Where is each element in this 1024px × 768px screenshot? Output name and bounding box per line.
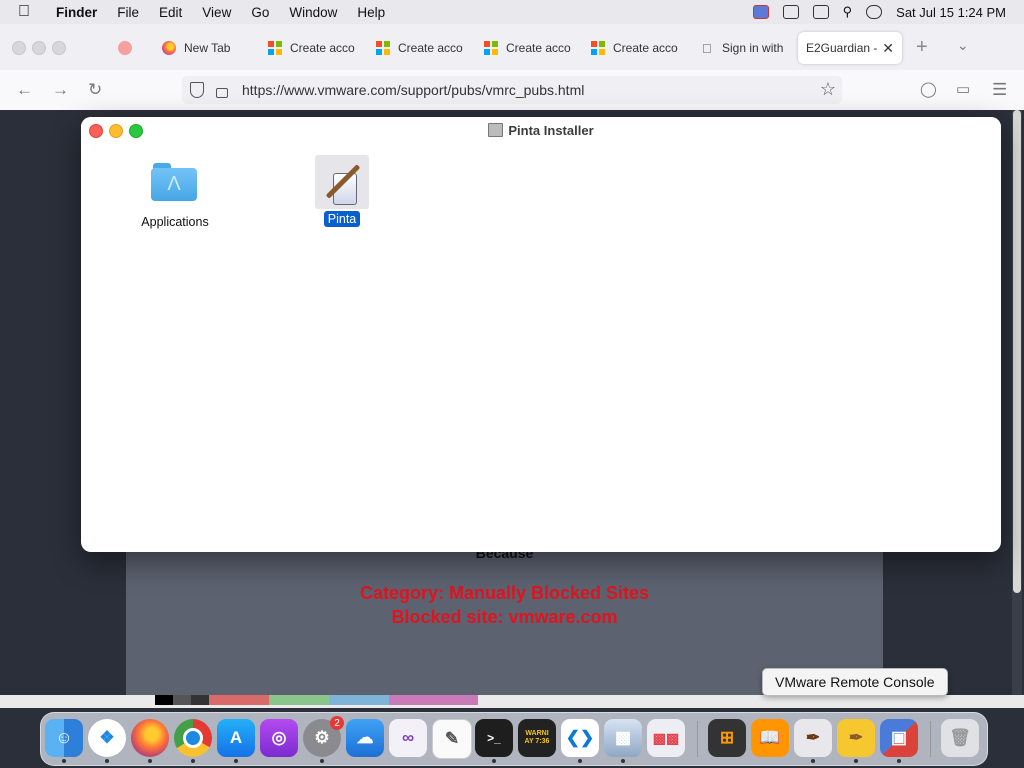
menu-go[interactable]: Go — [241, 5, 279, 20]
vscode-dock-icon[interactable]: ❮❯ — [561, 719, 599, 757]
scrollbar-thumb[interactable] — [1013, 110, 1021, 593]
tab-create-account-1[interactable]: Create acco — [268, 32, 356, 64]
tab-create-account-2[interactable]: Create acco — [376, 32, 464, 64]
tab-list-chevron-down-icon[interactable]: ⌄ — [957, 37, 969, 54]
apple-menu-icon[interactable]:  — [18, 3, 46, 21]
url-bar[interactable]: https://www.vmware.com/support/pubs/vmrc… — [182, 76, 842, 104]
chrome-dock-icon[interactable] — [174, 719, 212, 757]
screen-share-icon[interactable] — [782, 5, 799, 19]
pinta-installer-dock-icon[interactable]: ✒ — [837, 719, 875, 757]
finder-dock-icon[interactable]: ☺ — [45, 719, 83, 757]
tracking-shield-icon[interactable] — [190, 82, 204, 98]
window-zoom-button[interactable] — [129, 124, 143, 138]
tab-label: Sign in with — [722, 41, 784, 55]
pinta-dock-icon[interactable]: ✒ — [794, 719, 832, 757]
pinta-label[interactable]: Pinta — [323, 211, 361, 227]
apple-icon:  — [702, 41, 716, 56]
applications-folder-icon[interactable]: Λ — [151, 161, 199, 201]
tab-sign-in-apple[interactable]:  Sign in with — [702, 32, 786, 64]
tab-e2guardian[interactable]: E2Guardian - ✕ — [798, 32, 902, 64]
podcasts-dock-icon[interactable]: ◎ — [260, 719, 298, 757]
finder-window-title: Pinta Installer — [508, 122, 594, 138]
extensions-icon[interactable]: ▭ — [956, 80, 970, 98]
tab-label: New Tab — [184, 41, 231, 55]
applications-folder-item[interactable]: Λ Applications — [135, 161, 215, 229]
browser-tab-strip: New Tab Create acco Create acco Create a… — [0, 24, 1024, 71]
visual-studio-dock-icon[interactable]: ∞ — [389, 719, 427, 757]
textedit-dock-icon[interactable]: ✎ — [432, 719, 472, 759]
tab-create-account-4[interactable]: Create acco — [591, 32, 679, 64]
menubar-clock[interactable]: Sat Jul 15 1:24 PM — [896, 5, 1006, 20]
bookmark-star-icon[interactable]: ☆ — [820, 79, 836, 100]
browser-zoom-button[interactable] — [52, 41, 66, 55]
tab-label: Create acco — [613, 41, 678, 55]
hamburger-menu-icon[interactable]: ☰ — [992, 80, 1007, 100]
pocket-icon[interactable]: ◯ — [920, 80, 937, 98]
tab-new-tab[interactable]: New Tab — [162, 32, 252, 64]
microsoft-icon — [268, 41, 282, 55]
url-text[interactable]: https://www.vmware.com/support/pubs/vmrc… — [242, 82, 584, 98]
tab-label: Create acco — [398, 41, 463, 55]
search-icon[interactable]: ⚲ — [843, 4, 853, 20]
pinta-app-item[interactable]: Pinta — [305, 155, 379, 227]
terminal-dock-icon[interactable]: >_ — [475, 719, 513, 757]
browser-toolbar: ← → ↻ https://www.vmware.com/support/pub… — [0, 70, 1024, 110]
window-minimize-button[interactable] — [109, 124, 123, 138]
preview-dock-icon[interactable]: ▩ — [604, 719, 642, 757]
pinta-app-icon[interactable] — [315, 155, 369, 209]
menu-help[interactable]: Help — [347, 5, 395, 20]
window-icon[interactable] — [812, 5, 829, 19]
tab-label: E2Guardian - — [806, 41, 878, 55]
blocked-category-text: Category: Manually Blocked Sites — [359, 583, 650, 603]
finder-window: Pinta Installer Λ Applications Pinta — [81, 117, 1001, 552]
close-tab-icon[interactable]: ✕ — [882, 40, 894, 57]
menu-edit[interactable]: Edit — [149, 5, 192, 20]
safari-dock-icon[interactable]: ❖ — [88, 719, 126, 757]
vmware-remote-console-dock-icon[interactable]: ▣ — [880, 719, 918, 757]
applications-label[interactable]: Applications — [135, 215, 215, 229]
palette-strip — [0, 695, 1024, 708]
settings-badge: 2 — [330, 716, 344, 730]
books-dock-icon[interactable]: 📖 — [751, 719, 789, 757]
disk-image-icon — [488, 123, 504, 137]
pinned-tab-icon[interactable] — [118, 41, 132, 55]
microsoft-icon — [376, 41, 390, 55]
menu-bar:  Finder File Edit View Go Window Help ⚲… — [0, 0, 1024, 24]
new-tab-plus-icon[interactable]: + — [916, 36, 928, 59]
back-arrow-icon[interactable]: ← — [16, 80, 33, 100]
tab-label: Create acco — [506, 41, 571, 55]
firefox-icon — [162, 41, 176, 55]
app-store-dock-icon[interactable]: A — [217, 719, 255, 757]
browser-minimize-button[interactable] — [32, 41, 46, 55]
tab-label: Create acco — [290, 41, 355, 55]
firefox-dock-icon[interactable] — [131, 719, 169, 757]
lock-icon[interactable] — [216, 87, 228, 98]
microsoft-icon — [591, 41, 605, 55]
window-close-button[interactable] — [89, 124, 103, 138]
menu-view[interactable]: View — [192, 5, 241, 20]
reload-icon[interactable]: ↻ — [88, 80, 102, 100]
forward-arrow-icon[interactable]: → — [52, 80, 69, 100]
menu-window[interactable]: Window — [279, 5, 347, 20]
tab-create-account-3[interactable]: Create acco — [484, 32, 572, 64]
finder-title-bar[interactable]: Pinta Installer — [81, 117, 1001, 143]
vmware-status-icon[interactable] — [752, 5, 769, 19]
menu-app-name[interactable]: Finder — [46, 5, 107, 20]
dock-tooltip: VMware Remote Console — [762, 668, 948, 696]
console-dock-icon[interactable]: WARNI AY 7:36 — [518, 719, 556, 757]
blocked-site-text: Blocked site: vmware.com — [391, 607, 618, 627]
browser-close-button[interactable] — [12, 41, 26, 55]
weather-dock-icon[interactable]: ☁ — [346, 719, 384, 757]
control-center-icon[interactable] — [866, 5, 883, 19]
dock: ☺ ❖ A ◎ ⚙ 2 ☁ ∞ ✎ >_ WARNI AY 7:36 ❮❯ ▩ ▩… — [40, 712, 988, 766]
launchpad-dock-icon[interactable]: ▩▩ — [647, 719, 685, 757]
calculator-dock-icon[interactable]: ⊞ — [708, 719, 746, 757]
microsoft-icon — [484, 41, 498, 55]
menu-file[interactable]: File — [107, 5, 149, 20]
system-settings-dock-icon[interactable]: ⚙ 2 — [303, 716, 344, 757]
page-scrollbar[interactable] — [1012, 110, 1022, 695]
trash-dock-icon[interactable]: 🗑 — [941, 719, 979, 757]
